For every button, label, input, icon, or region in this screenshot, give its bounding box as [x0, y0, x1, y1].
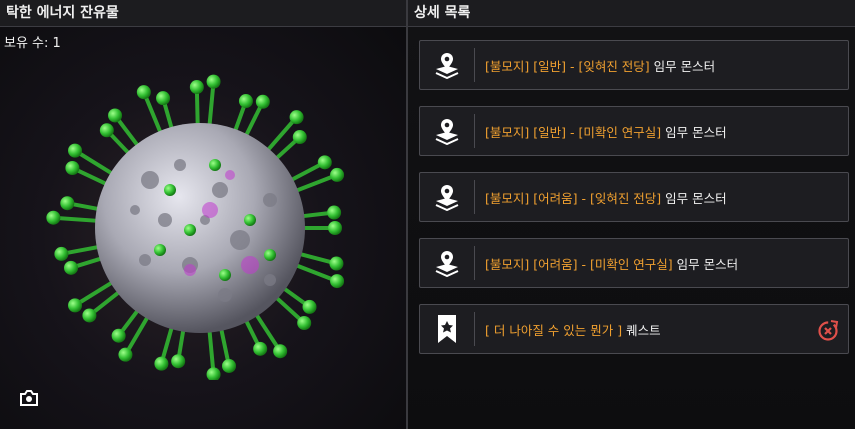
item-title: 탁한 에너지 잔유물 — [0, 0, 406, 27]
item-location: [불모지] [일반] - [잊혀진 전당] — [485, 58, 650, 74]
quest-bookmark-icon — [438, 315, 456, 343]
item-type: 임무 몬스터 — [665, 124, 727, 140]
navigate-target-icon — [818, 320, 839, 341]
owned-count-text: 보유 수: 1 — [4, 32, 61, 51]
screenshot-camera-button[interactable] — [17, 386, 41, 410]
item-type: 퀘스트 — [626, 322, 661, 338]
map-pin-icon — [435, 53, 459, 79]
quest-navigate-button[interactable] — [816, 318, 840, 342]
detail-list-title: 상세 목록 — [408, 0, 855, 27]
item-location: [불모지] [어려움] - [잊혀진 전당] — [485, 190, 662, 206]
detail-list-panel: 상세 목록 [불모지] [일반] - [잊혀진 전당] 임무 몬스터 [불모지]… — [408, 0, 855, 429]
quest-name: [ 더 나아질 수 있는 뭔가 ] — [485, 322, 623, 338]
list-item-quest[interactable]: [ 더 나아질 수 있는 뭔가 ] 퀘스트 — [419, 304, 849, 354]
virus-model-image — [40, 70, 370, 382]
owned-value: 1 — [52, 36, 61, 51]
list-item[interactable]: [불모지] [일반] - [잊혀진 전당] 임무 몬스터 — [419, 40, 849, 90]
item-type: 임무 몬스터 — [653, 58, 716, 74]
item-type: 임무 몬스터 — [676, 256, 739, 272]
item-location: [불모지] [어려움] - [미확인 연구실] — [485, 256, 673, 272]
owned-label: 보유 수: — [4, 36, 49, 51]
camera-icon — [20, 390, 38, 406]
item-location: [불모지] [일반] - [미확인 연구실] — [485, 124, 662, 140]
item-type: 임무 몬스터 — [665, 190, 727, 206]
map-pin-icon — [435, 185, 459, 211]
item-preview-panel: 탁한 에너지 잔유물 보유 수: 1 — [0, 0, 406, 429]
map-pin-icon — [435, 251, 459, 277]
list-item[interactable]: [불모지] [어려움] - [잊혀진 전당] 임무 몬스터 — [419, 172, 849, 222]
list-item[interactable]: [불모지] [어려움] - [미확인 연구실] 임무 몬스터 — [419, 238, 849, 288]
map-pin-icon — [435, 119, 459, 145]
list-item[interactable]: [불모지] [일반] - [미확인 연구실] 임무 몬스터 — [419, 106, 849, 156]
source-list: [불모지] [일반] - [잊혀진 전당] 임무 몬스터 [불모지] [일반] … — [419, 40, 849, 370]
